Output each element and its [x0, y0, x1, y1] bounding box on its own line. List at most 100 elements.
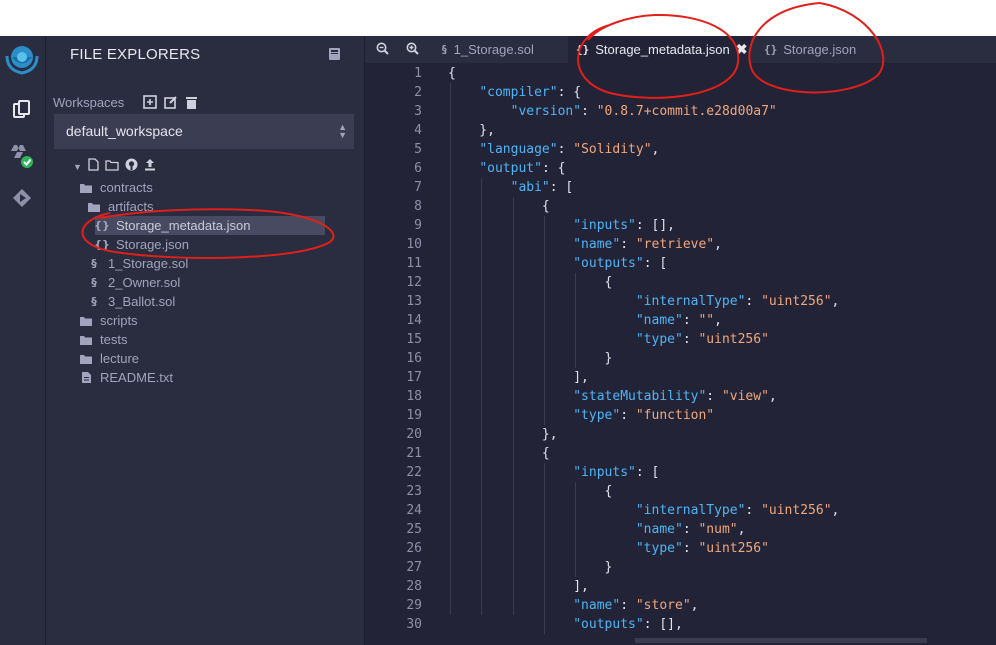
indent-guide	[543, 463, 545, 634]
line-number: 17	[406, 370, 422, 385]
code-token: "retrieve"	[635, 237, 715, 252]
horizontal-scrollbar[interactable]	[635, 638, 927, 643]
code-line: 29 "name": "store",	[365, 596, 996, 615]
folder-icon	[79, 181, 93, 195]
tree-item-sol[interactable]: § 2_Owner.sol	[87, 273, 180, 292]
rename-workspace-icon[interactable]	[164, 95, 178, 114]
code-token: :	[620, 598, 636, 613]
zoom-in-icon[interactable]	[406, 42, 419, 60]
code-token: "abi"	[510, 180, 550, 195]
tree-item-sol[interactable]: § 1_Storage.sol	[87, 254, 188, 273]
tree-item-json[interactable]: {} Storage.json	[94, 235, 189, 254]
code-line: 1{	[365, 64, 996, 83]
remix-logo-icon[interactable]	[3, 40, 41, 76]
code-text: "type": "uint256"	[448, 330, 769, 349]
tree-item-file[interactable]: README.txt	[79, 368, 173, 387]
code-token: "uint256"	[761, 294, 832, 309]
code-text: "type": "function"	[448, 406, 714, 425]
tree-item-folder[interactable]: artifacts	[87, 197, 154, 216]
line-number: 20	[406, 427, 422, 442]
code-token: {	[448, 446, 550, 461]
code-token: "type"	[573, 408, 621, 423]
create-workspace-icon[interactable]	[143, 95, 157, 114]
workspace-select[interactable]: default_workspace ▲ ▼	[54, 114, 354, 149]
indent-guide	[450, 83, 451, 615]
code-text: "version": "0.8.7+commit.e28d00a7"	[448, 102, 777, 121]
tree-item-folder[interactable]: contracts	[79, 178, 153, 197]
close-tab-icon[interactable]: ✖	[736, 41, 748, 58]
code-line: 14 "name": "",	[365, 311, 996, 330]
line-number: 30	[406, 617, 422, 632]
workspace-select-value: default_workspace	[66, 123, 183, 139]
code-token: ,	[690, 598, 699, 613]
collapse-caret-icon[interactable]: ▼	[73, 162, 82, 172]
line-number: 11	[406, 256, 422, 271]
code-line: 27 }	[365, 558, 996, 577]
github-icon[interactable]	[125, 158, 138, 176]
select-arrows-icon: ▲ ▼	[338, 122, 347, 140]
new-folder-icon[interactable]	[105, 158, 119, 176]
line-number: 24	[406, 503, 422, 518]
code-line: 20 },	[365, 425, 996, 444]
line-number: 28	[406, 579, 422, 594]
code-text: "abi": [	[448, 178, 574, 197]
code-token: :	[557, 142, 574, 157]
line-number: 26	[406, 541, 422, 556]
code-token: "function"	[635, 408, 715, 423]
code-line: 2 "compiler": {	[365, 83, 996, 102]
code-line: 9 "inputs": [],	[365, 216, 996, 235]
code-text: "type": "uint256"	[448, 539, 769, 558]
tree-item-folder[interactable]: lecture	[79, 349, 139, 368]
code-token: "output"	[479, 161, 542, 176]
code-text: }	[448, 349, 613, 368]
code-token: :	[706, 389, 722, 404]
code-token: ,	[831, 503, 840, 518]
code-token: {	[448, 66, 456, 81]
tree-item-folder[interactable]: scripts	[79, 311, 138, 330]
code-text: {	[448, 64, 456, 83]
line-number: 8	[414, 199, 422, 214]
line-number: 16	[406, 351, 422, 366]
workspace-actions	[143, 95, 198, 114]
line-number: 22	[406, 465, 422, 480]
tab-storage-metadata-json[interactable]: {} Storage_metadata.json ✖	[568, 36, 751, 63]
documentation-icon[interactable]	[328, 47, 341, 66]
tree-item-folder[interactable]: tests	[79, 330, 127, 349]
tab-storage-json[interactable]: {} Storage.json	[756, 36, 866, 63]
zoom-out-icon[interactable]	[376, 42, 389, 60]
code-token: ""	[698, 313, 715, 328]
file-explorer-icon[interactable]	[6, 94, 38, 126]
code-token: "outputs"	[573, 256, 644, 271]
solidity-compiler-icon[interactable]	[6, 140, 38, 172]
upload-icon[interactable]	[144, 158, 156, 176]
delete-workspace-icon[interactable]	[185, 95, 198, 114]
code-token: "0.8.7+commit.e28d00a7"	[596, 104, 777, 119]
code-text: ],	[448, 577, 589, 596]
code-line: 21 {	[365, 444, 996, 463]
line-number: 21	[406, 446, 422, 461]
folder-icon	[79, 314, 93, 328]
code-token: {	[448, 199, 550, 214]
tree-item-sol[interactable]: § 3_Ballot.sol	[87, 292, 175, 311]
code-token: "name"	[635, 522, 683, 537]
tree-item-json[interactable]: {} Storage_metadata.json	[94, 216, 326, 235]
deploy-run-icon[interactable]	[6, 182, 38, 214]
tab-1-storage-sol[interactable]: § 1_Storage.sol	[433, 36, 557, 63]
line-number: 14	[406, 313, 422, 328]
code-token: "type"	[635, 541, 683, 556]
code-line: 25 "name": "num",	[365, 520, 996, 539]
code-token: ,	[768, 389, 777, 404]
code-token: }	[448, 351, 613, 366]
code-text: "internalType": "uint256",	[448, 501, 840, 520]
code-text: "compiler": {	[448, 83, 581, 102]
code-line: 13 "internalType": "uint256",	[365, 292, 996, 311]
code-text: "language": "Solidity",	[448, 140, 659, 159]
new-file-icon[interactable]	[88, 158, 99, 176]
solidity-icon: §	[91, 276, 97, 289]
